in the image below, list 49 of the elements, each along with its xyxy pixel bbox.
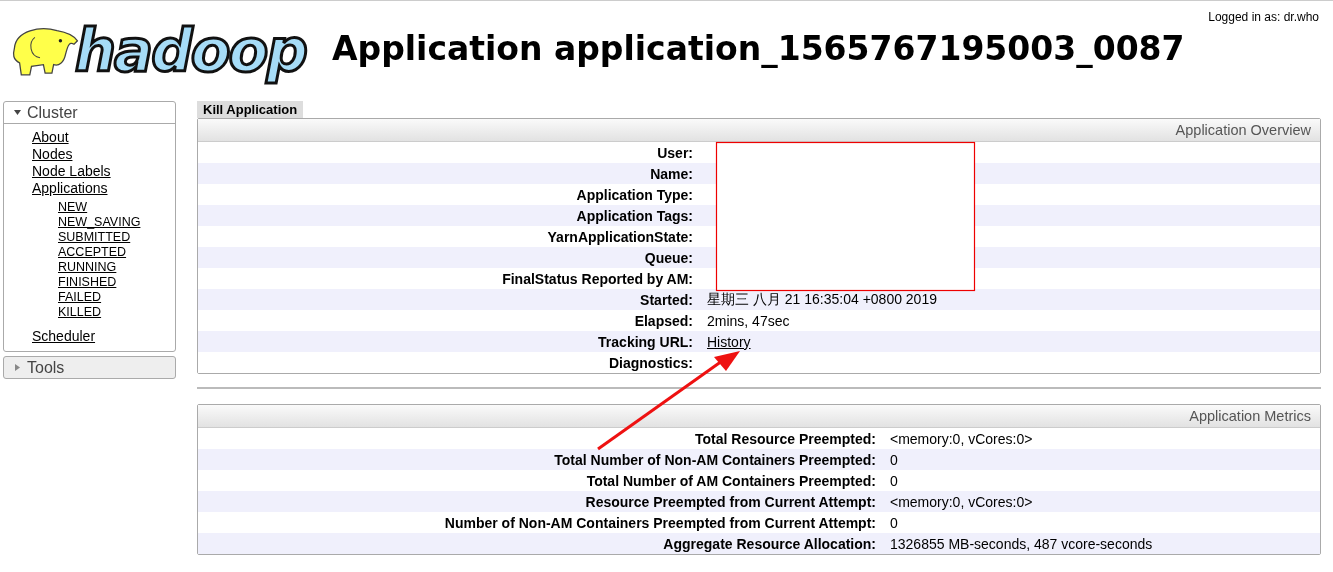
sidebar-link[interactable]: Scheduler bbox=[32, 328, 175, 345]
field-label: FinalStatus Reported by AM: bbox=[501, 270, 693, 287]
field-label: Elapsed: bbox=[633, 312, 693, 329]
field-value: 星期三 八月 21 16:35:04 +0800 2019 bbox=[707, 290, 938, 309]
field-value: 0 bbox=[890, 451, 899, 468]
caret-right-icon bbox=[14, 364, 21, 371]
login-status: Logged in as: dr.who bbox=[1208, 10, 1319, 24]
field-label: Number of Non-AM Containers Preempted from Current Attempt: bbox=[443, 514, 876, 531]
kill-button[interactable]: Kill Application bbox=[197, 101, 304, 118]
field-value: 2mins, 47sec bbox=[707, 312, 791, 329]
state-link[interactable]: SUBMITTED bbox=[58, 230, 175, 245]
panel-title: Application Overview bbox=[198, 119, 1320, 142]
field-label: YarnApplicationState: bbox=[546, 228, 693, 245]
field-label: User: bbox=[656, 144, 693, 161]
field-label: Total Resource Preempted: bbox=[694, 430, 876, 447]
state-link[interactable]: FAILED bbox=[58, 290, 175, 305]
sidebar-link[interactable]: Applications bbox=[32, 180, 175, 197]
field-label: Application Type: bbox=[575, 186, 693, 203]
panel-title: Application Metrics bbox=[198, 405, 1320, 428]
state-link[interactable]: RUNNING bbox=[58, 260, 175, 275]
field-label: Application Tags: bbox=[575, 207, 693, 224]
section-title[interactable]: Tools bbox=[27, 358, 65, 377]
field-label: Total Number of Non-AM Containers Preempted: bbox=[553, 451, 876, 468]
page-title: Application application_1565767195003_0087 bbox=[332, 28, 1185, 68]
field-label: Diagnostics: bbox=[608, 354, 693, 371]
field-label: Tracking URL: bbox=[597, 333, 693, 350]
field-label: Started: bbox=[639, 291, 693, 308]
field-value: 0 bbox=[890, 514, 899, 531]
field-value: 0 bbox=[890, 472, 899, 489]
state-link[interactable]: NEW_SAVING bbox=[58, 215, 175, 230]
field-label: Resource Preempted from Current Attempt: bbox=[584, 493, 876, 510]
state-link[interactable]: KILLED bbox=[58, 305, 175, 320]
sidebar-link[interactable]: Nodes bbox=[32, 146, 175, 163]
history-link[interactable]: History bbox=[707, 333, 751, 350]
field-value: <memory:0, vCores:0> bbox=[890, 430, 1034, 447]
state-link[interactable]: NEW bbox=[58, 200, 175, 215]
caret-down-icon bbox=[14, 109, 21, 116]
field-label: Name: bbox=[649, 165, 693, 182]
sidebar-link[interactable]: Node Labels bbox=[32, 163, 175, 180]
field-value: 1326855 MB-seconds, 487 vcore-seconds bbox=[890, 535, 1154, 552]
field-label: Total Number of AM Containers Preempted: bbox=[585, 472, 876, 489]
logo: hadoop bbox=[74, 17, 306, 85]
field-value: <memory:0, vCores:0> bbox=[890, 493, 1034, 510]
sidebar-link[interactable]: About bbox=[32, 129, 175, 146]
field-label: Aggregate Resource Allocation: bbox=[662, 535, 876, 552]
section-title[interactable]: Cluster bbox=[27, 103, 78, 122]
field-label: Queue: bbox=[643, 249, 693, 266]
state-link[interactable]: ACCEPTED bbox=[58, 245, 175, 260]
state-link[interactable]: FINISHED bbox=[58, 275, 175, 290]
